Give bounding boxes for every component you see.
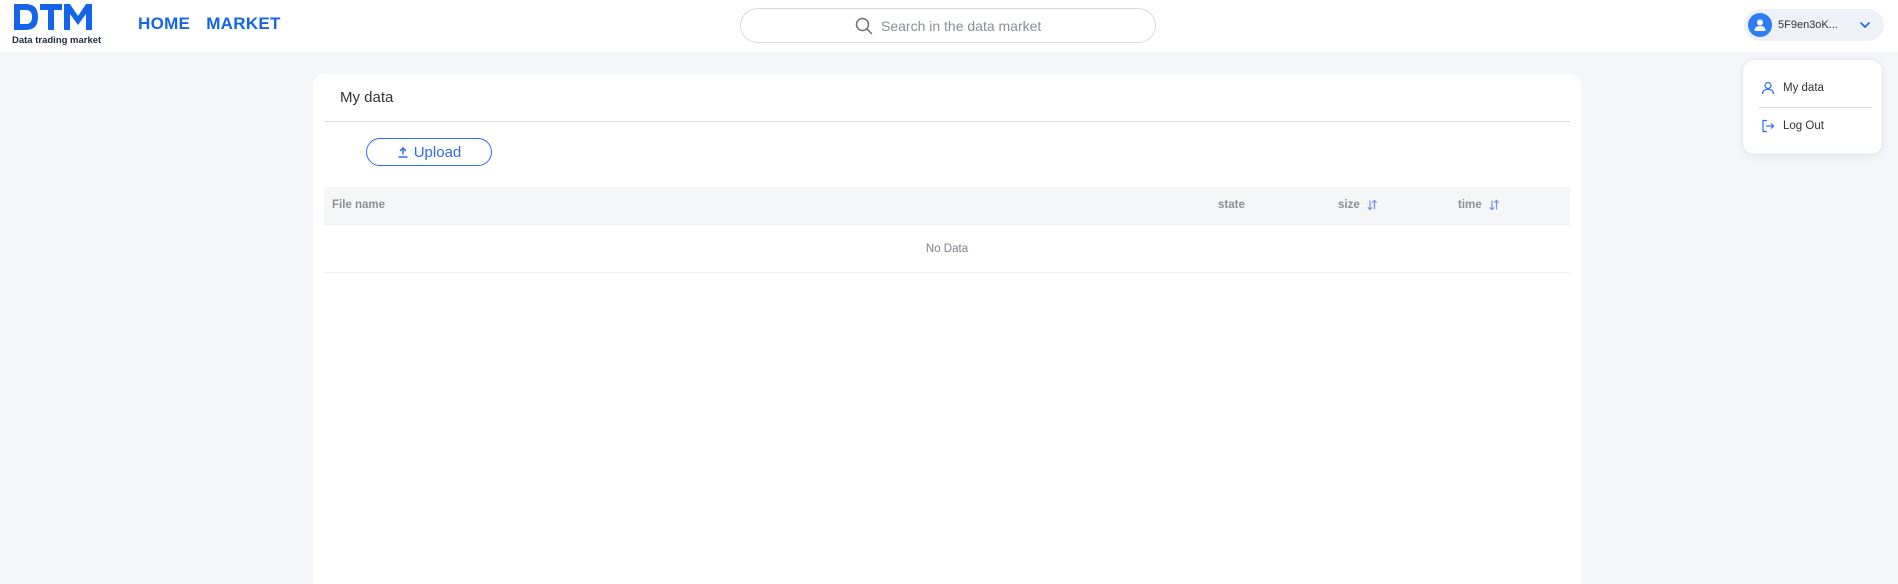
upload-icon (397, 146, 409, 158)
chevron-down-icon[interactable] (1858, 18, 1872, 32)
column-label: File name (332, 199, 386, 211)
title-divider (324, 121, 1570, 122)
dtm-logo-mark (14, 4, 92, 30)
column-state: state (1218, 199, 1245, 211)
page-title: My data (340, 89, 394, 106)
table-body: No Data (324, 225, 1570, 273)
column-file-name: File name (332, 199, 385, 211)
sort-icon[interactable] (1366, 199, 1378, 211)
menu-item-log-out[interactable]: Log Out (1761, 116, 1824, 136)
search-input[interactable] (881, 17, 1041, 34)
my-data-card: My data Upload File name state size time… (313, 74, 1581, 584)
avatar[interactable] (1748, 13, 1772, 37)
menu-item-label: My data (1783, 82, 1824, 94)
user-icon (1761, 81, 1775, 95)
search-icon[interactable] (855, 17, 873, 35)
column-time[interactable]: time (1458, 199, 1500, 211)
menu-item-my-data[interactable]: My data (1761, 78, 1824, 98)
upload-button[interactable]: Upload (366, 138, 492, 166)
dtm-logo[interactable]: Data trading market (12, 2, 102, 46)
table-header: File name state size time (324, 187, 1570, 225)
logout-icon (1761, 119, 1775, 133)
avatar-person-icon (1754, 19, 1766, 31)
main-nav: HOME MARKET (138, 14, 281, 34)
column-label: time (1458, 199, 1482, 211)
empty-state-text: No Data (925, 242, 969, 255)
nav-market-link[interactable]: MARKET (206, 14, 281, 34)
sort-icon[interactable] (1488, 199, 1500, 211)
user-menu-toggle[interactable]: 5F9en3oK... (1744, 9, 1884, 41)
data-table: File name state size time No Data (324, 187, 1570, 273)
menu-divider (1759, 107, 1872, 108)
column-size[interactable]: size (1338, 199, 1378, 211)
logo-subtitle: Data trading market (12, 35, 102, 46)
column-label: size (1338, 199, 1360, 211)
user-dropdown-menu: My data Log Out (1742, 59, 1883, 155)
nav-home-link[interactable]: HOME (138, 14, 190, 34)
username: 5F9en3oK... (1778, 19, 1838, 31)
top-header: Data trading market HOME MARKET 5F9en3oK… (0, 0, 1898, 52)
upload-label: Upload (413, 143, 462, 161)
menu-item-label: Log Out (1783, 120, 1824, 132)
column-label: state (1218, 199, 1245, 211)
search-box[interactable] (740, 8, 1156, 43)
